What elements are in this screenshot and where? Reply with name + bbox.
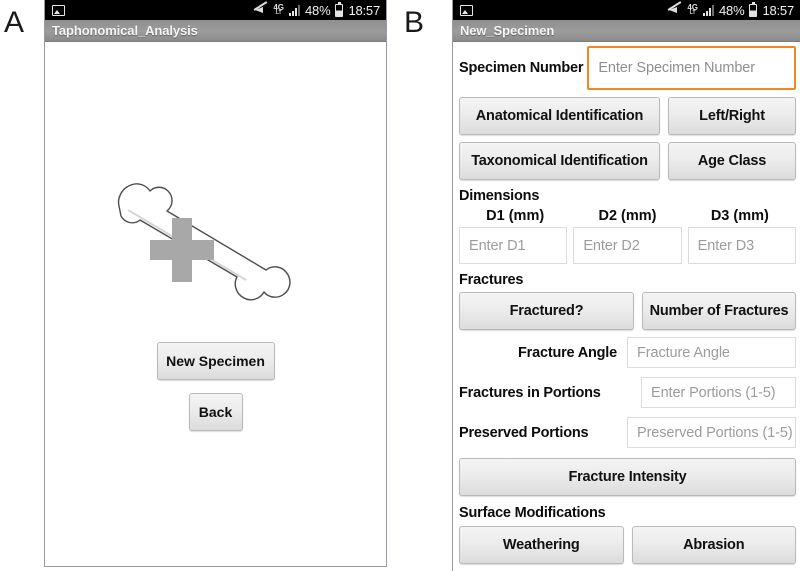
fracture-angle-input[interactable]: Fracture Angle: [627, 337, 796, 368]
dimensions-inputs: Enter D1 Enter D2 Enter D3: [459, 227, 796, 264]
fractures-button-row: Fractured? Number of Fractures: [459, 292, 796, 330]
phone-screenshot-a: 4G LT 48% 18:57 Taphonomical_Analysis New…: [44, 0, 387, 567]
4g-icon: 4G LT: [273, 3, 285, 16]
battery-icon: [749, 1, 758, 17]
signal-icon: [289, 4, 301, 16]
fracture-intensity-button[interactable]: Fracture Intensity: [459, 458, 796, 496]
specimen-number-input[interactable]: Enter Specimen Number: [587, 46, 796, 90]
fractures-section-label: Fractures: [459, 272, 524, 288]
battery-icon: [335, 1, 344, 17]
panel-a-content: New Specimen Back: [45, 42, 386, 565]
bone-illustration: [117, 183, 291, 301]
phone-screenshot-b: 4G LT 48% 18:57 New_Specimen Specimen Num…: [452, 0, 800, 571]
taxonomical-identification-button[interactable]: Taxonomical Identification: [459, 142, 660, 180]
status-bar-a: 4G LT 48% 18:57: [45, 0, 386, 20]
status-bar-left-icons: [52, 4, 65, 16]
status-bar-left-icons-b: [460, 4, 473, 16]
preserved-portions-row: Preserved Portions Preserved Portions (1…: [459, 417, 796, 448]
d2-header: D2 (mm): [598, 208, 657, 224]
age-class-button[interactable]: Age Class: [668, 142, 796, 180]
status-bar-right-icons: 4G LT 48% 18:57: [254, 1, 380, 18]
image-icon: [460, 4, 473, 16]
d1-header: D1 (mm): [486, 208, 545, 224]
preserved-portions-input[interactable]: Preserved Portions (1-5): [627, 417, 796, 448]
app-title-bar-b: New_Specimen: [453, 20, 800, 42]
battery-percent-label: 48%: [305, 2, 331, 18]
fractures-in-portions-input[interactable]: Enter Portions (1-5): [641, 377, 796, 408]
d1-input[interactable]: Enter D1: [459, 227, 568, 264]
fracture-angle-label: Fracture Angle: [518, 344, 617, 361]
left-right-button[interactable]: Left/Right: [668, 97, 796, 135]
mute-icon: [668, 4, 682, 16]
battery-percent-label: 48%: [719, 2, 745, 18]
clock-label: 18:57: [348, 2, 380, 18]
specimen-number-row: Specimen Number Enter Specimen Number: [459, 46, 796, 90]
signal-icon: [703, 4, 715, 16]
dimensions-headers: D1 (mm) D2 (mm) D3 (mm): [459, 208, 796, 224]
d3-header: D3 (mm): [710, 208, 769, 224]
4g-icon: 4G LT: [687, 3, 699, 16]
back-button[interactable]: Back: [188, 393, 243, 431]
image-icon: [52, 4, 65, 16]
fractures-in-portions-label: Fractures in Portions: [459, 384, 601, 401]
fractures-in-portions-row: Fractures in Portions Enter Portions (1-…: [459, 377, 796, 408]
d3-input[interactable]: Enter D3: [687, 227, 796, 264]
app-title-bar-a: Taphonomical_Analysis: [45, 20, 386, 42]
number-of-fractures-button[interactable]: Number of Fractures: [642, 292, 796, 330]
preserved-portions-label: Preserved Portions: [459, 424, 589, 441]
identification-row-1: Anatomical Identification Left/Right: [459, 97, 796, 135]
anatomical-identification-button[interactable]: Anatomical Identification: [459, 97, 660, 135]
clock-label: 18:57: [762, 2, 794, 18]
panel-label-a: A: [4, 6, 25, 39]
status-bar-b: 4G LT 48% 18:57: [453, 0, 800, 20]
new-specimen-button[interactable]: New Specimen: [156, 342, 275, 380]
panel-b-content: Specimen Number Enter Specimen Number An…: [453, 46, 800, 571]
status-bar-right-icons-b: 4G LT 48% 18:57: [668, 1, 794, 18]
app-title-a: Taphonomical_Analysis: [52, 23, 198, 38]
abrasion-button[interactable]: Abrasion: [631, 526, 796, 564]
surface-modifications-section-label: Surface Modifications: [459, 505, 606, 521]
weathering-button[interactable]: Weathering: [459, 526, 624, 564]
panel-a-buttons: New Specimen Back: [45, 342, 386, 431]
panel-label-b: B: [404, 6, 425, 39]
mute-icon: [254, 4, 268, 16]
surface-modifications-button-row: Weathering Abrasion: [459, 526, 796, 564]
app-title-b: New_Specimen: [460, 23, 555, 38]
specimen-number-label: Specimen Number: [459, 60, 584, 76]
fractured-button[interactable]: Fractured?: [459, 292, 634, 330]
fracture-angle-row: Fracture Angle Fracture Angle: [459, 337, 796, 368]
d2-input[interactable]: Enter D2: [573, 227, 682, 264]
dimensions-section-label: Dimensions: [459, 188, 540, 204]
identification-row-2: Taxonomical Identification Age Class: [459, 142, 796, 180]
bone-illustration-wrap: [45, 170, 386, 320]
